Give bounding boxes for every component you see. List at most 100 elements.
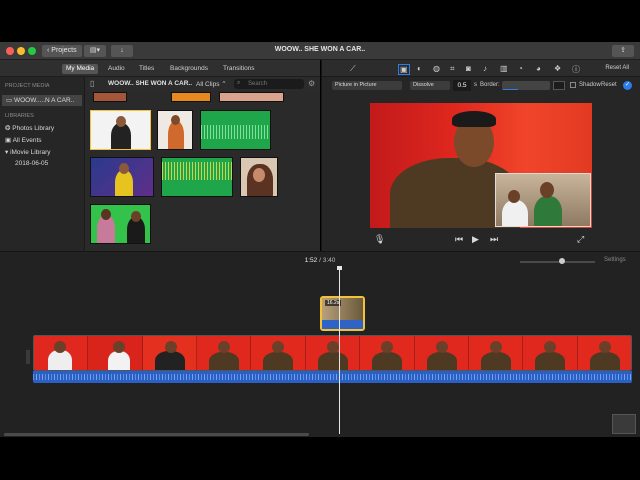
sidebar-item-all-events[interactable]: ▣ All Events [5,136,42,144]
filmstrip-frame [142,336,198,370]
frame-person [589,352,620,370]
audio-thumbnail[interactable] [200,110,271,150]
tab-transitions[interactable]: Transitions [219,64,259,74]
sidebar-item-project[interactable]: ▭ WOOW.....N A CAR.. [2,95,82,106]
info-icon[interactable]: ⓘ [572,64,580,75]
video-viewer[interactable] [370,103,592,228]
zoom-slider-handle[interactable] [559,258,565,264]
tab-audio[interactable]: Audio [104,64,129,74]
media-thumbnail[interactable] [219,92,284,102]
frame-person [480,352,511,370]
frame-head [54,341,66,353]
frame-person [154,351,185,370]
total-time: 3:40 [322,257,336,264]
media-thumbnail[interactable] [90,110,151,150]
frame-person [263,352,294,370]
frame-head [598,341,611,353]
border-thick-option[interactable]: ━ [534,89,550,90]
color-correction-icon[interactable]: ◍ [433,64,440,73]
skip-forward-icon[interactable]: ⏭ [490,234,498,245]
person-head [116,116,126,127]
event-icon: ▣ [5,137,12,144]
filmstrip-frame [577,336,631,370]
audio-thumbnail[interactable] [161,157,233,197]
sidebar-item-imovie-library[interactable]: ▾ iMovie Library [5,148,51,156]
media-thumbnail[interactable] [240,157,278,197]
duration-field[interactable]: 0.5 [453,80,471,91]
transition-label: Dissolve [413,82,434,88]
browser-toolbar: ▯ WOOW.. SHE WON A CAR.. All Clips ⌃ Sea… [86,77,320,91]
overlay-clip-audio [322,320,363,329]
frame-person [426,352,457,370]
filmstrip-frame [88,336,143,370]
video-overlay-icon[interactable]: ▣ [398,64,410,75]
overlay-video-clip[interactable]: 16.2s [320,296,365,331]
stabilization-icon[interactable]: ◙ [466,64,471,73]
main-clip-audio-waveform[interactable] [33,371,632,383]
magic-wand-icon[interactable]: ⟋ [350,64,356,74]
color-balance-icon[interactable]: ◐ [417,64,422,73]
media-thumbnail[interactable] [93,92,127,102]
border-thin-option[interactable]: — [518,89,534,90]
filmstrip-frame [305,336,361,370]
filmstrip-frame [468,336,524,370]
tab-titles[interactable]: Titles [135,64,158,74]
letterbox-top [0,0,640,42]
search-input[interactable]: Search [234,79,304,89]
event-title: WOOW.. SHE WON A CAR.. [108,80,193,87]
play-icon[interactable]: ▶ [472,234,479,245]
media-thumbnail[interactable] [171,92,211,102]
main-video-clip[interactable] [33,335,632,371]
overlay-settings-bar: Picture in Picture Dissolve 0.5 s Border… [322,78,640,93]
skip-back-icon[interactable]: ⏮ [455,234,463,245]
tab-my-media[interactable]: My Media [62,64,99,74]
gear-icon[interactable]: ⚙ [308,79,315,88]
playhead[interactable] [339,268,340,434]
tab-backgrounds[interactable]: Backgrounds [166,64,212,74]
equalizer-icon[interactable]: ▥ [500,64,508,73]
border-style-selector[interactable]: ···—━ [502,81,550,90]
filmstrip-frame [197,336,252,370]
waveform-icon [201,125,270,139]
border-none-option[interactable]: ··· [502,89,518,90]
clips-filter-dropdown[interactable]: All Clips ⌃ [196,80,227,88]
playhead-handle[interactable] [337,266,342,270]
sidebar-item-photos-library[interactable]: ❂ Photos Library [5,124,54,132]
pip-person-right-head [540,182,554,198]
seconds-unit-label: s [474,82,477,88]
viewer-pane: ⟋ ▣ ◐ ◍ ⌗ ◙ ♪ ▥ ◔ ◕ ❖ ⓘ Reset All Pictur… [321,60,640,251]
media-thumbnail[interactable] [157,110,193,150]
sidebar-item-event-date[interactable]: 2018-06-05 [15,160,48,167]
microphone-icon[interactable]: 🎙︎ [374,234,385,245]
disclosure-triangle-icon: ▾ [5,149,9,156]
media-thumbnail[interactable] [90,157,154,197]
window-titlebar: ‹ Projects ▤▾ ↓ WOOW.. SHE WON A CAR.. ⇪ [0,42,640,60]
speed-icon[interactable]: ◔ [518,64,523,73]
apply-checkmark-icon[interactable]: ✓ [623,81,632,90]
timeline-settings-button[interactable]: Settings [604,257,626,263]
crop-icon[interactable]: ⌗ [450,64,455,74]
filmstrip-frame [414,336,469,370]
border-color-swatch[interactable] [553,81,565,90]
photos-icon: ❂ [5,125,11,132]
zoom-slider-track[interactable] [520,261,595,263]
share-icon[interactable]: ⇪ [612,45,634,57]
sidebar-toggle-icon[interactable]: ▯ [90,79,94,88]
frame-head [381,341,394,353]
picture-in-picture-overlay[interactable] [495,173,591,227]
overlay-style-dropdown[interactable]: Picture in Picture [332,81,402,90]
filter-icon[interactable]: ❖ [554,64,561,73]
reset-button[interactable]: Reset [601,82,617,88]
noise-reduction-icon[interactable]: ◕ [536,64,541,73]
fullscreen-icon[interactable]: ⤢ [577,234,584,245]
shadow-checkbox[interactable] [570,82,576,88]
frame-head [489,341,502,353]
timeline-side-handle[interactable] [26,350,30,364]
transition-dropdown[interactable]: Dissolve [410,81,450,90]
frame-head [272,341,285,353]
reset-all-button[interactable]: Reset All [605,65,629,71]
media-thumbnail[interactable] [90,204,151,244]
frame-person [48,350,72,370]
volume-icon[interactable]: ♪ [483,64,487,73]
timeline-scrollbar[interactable] [4,433,309,436]
